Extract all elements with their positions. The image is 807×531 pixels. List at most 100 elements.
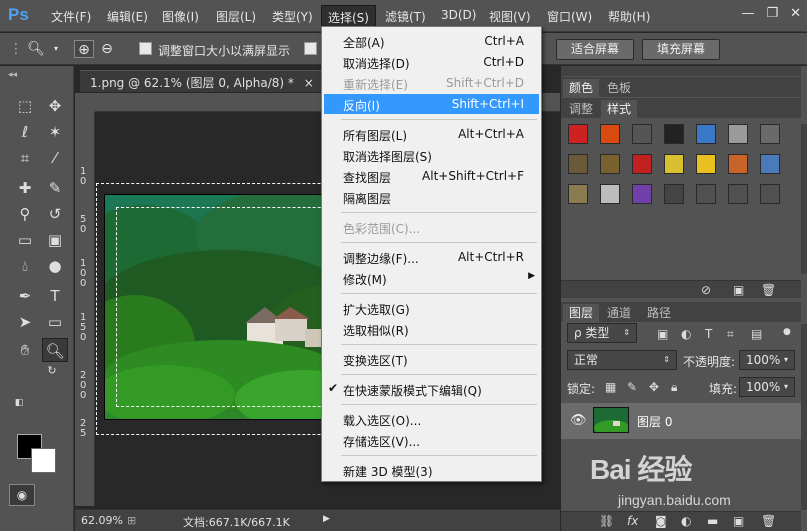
chevron-down-icon[interactable]: ▾ <box>46 40 66 58</box>
style-swatch[interactable] <box>728 184 748 204</box>
new-style-icon[interactable]: ▣ <box>733 283 744 297</box>
lock-all-icon[interactable]: 🔒︎ <box>671 380 677 395</box>
style-swatch[interactable] <box>760 184 780 204</box>
select-menu-item[interactable]: 扩大选取(G) <box>324 298 539 318</box>
tab-paths[interactable]: 路径 <box>641 304 677 322</box>
hand-tool-icon[interactable]: ✋︎ <box>12 338 38 362</box>
chevron-down-icon[interactable]: ▾ <box>784 378 788 396</box>
tab-color[interactable]: 颜色 <box>563 79 600 97</box>
style-swatch[interactable] <box>664 124 684 144</box>
tab-swatches[interactable]: 色板 <box>601 79 637 97</box>
tab-channels[interactable]: 通道 <box>601 304 637 322</box>
zoom-all-windows-checkbox[interactable] <box>304 42 317 55</box>
select-menu-item[interactable]: 选取相似(R) <box>324 319 539 339</box>
gradient-tool-icon[interactable]: ▣ <box>42 228 68 252</box>
restore-button[interactable]: ❐ <box>766 6 778 21</box>
filter-pixel-icon[interactable]: ▣ <box>657 327 668 341</box>
style-swatch[interactable] <box>632 124 652 144</box>
select-menu-item[interactable]: 反向(I) Shift+Ctrl+I <box>324 94 539 114</box>
menu-window[interactable]: 窗口(W) <box>547 8 592 25</box>
style-swatch[interactable] <box>696 184 716 204</box>
style-swatch[interactable] <box>600 184 620 204</box>
styles-scrollbar[interactable] <box>801 124 807 274</box>
zoom-tool-icon[interactable]: 🔍︎ <box>42 338 68 362</box>
select-menu-item[interactable]: 隔离图层 <box>324 187 539 207</box>
tab-layers[interactable]: 图层 <box>563 304 600 322</box>
opacity-field[interactable]: 100% ▾ <box>739 350 795 370</box>
magic-wand-icon[interactable]: ✶ <box>42 120 68 144</box>
blend-mode-select[interactable]: 正常 ⇕ <box>567 350 677 370</box>
delete-style-icon[interactable]: 🗑︎ <box>761 283 776 297</box>
layers-scrollbar[interactable] <box>801 324 807 510</box>
swap-colors-icon[interactable]: ↻ <box>44 364 60 378</box>
select-menu-item[interactable]: 调整边缘(F)... Alt+Ctrl+R <box>324 247 539 267</box>
style-swatch[interactable] <box>728 124 748 144</box>
path-selection-icon[interactable]: ➤ <box>12 310 38 334</box>
select-menu-item[interactable]: 存储选区(V)... <box>324 430 539 450</box>
tab-adjustments[interactable]: 调整 <box>563 100 599 118</box>
zoom-tool-preset-icon[interactable]: 🔍︎ <box>26 40 46 58</box>
style-swatch[interactable] <box>632 184 652 204</box>
select-menu-item[interactable]: 修改(M) ▶ <box>324 268 539 288</box>
clear-style-icon[interactable]: ⊘ <box>701 283 711 297</box>
style-swatch[interactable] <box>760 154 780 174</box>
menu-image[interactable]: 图像(I) <box>162 8 199 25</box>
select-menu-item[interactable]: 全部(A) Ctrl+A <box>324 31 539 51</box>
eraser-tool-icon[interactable]: ▭ <box>12 228 38 252</box>
brush-tool-icon[interactable]: ✎ <box>42 176 68 200</box>
style-swatch[interactable] <box>568 154 588 174</box>
lock-transparent-icon[interactable]: ▦ <box>605 380 616 394</box>
style-swatch[interactable] <box>664 154 684 174</box>
style-swatch[interactable] <box>632 154 652 174</box>
menu-filter[interactable]: 滤镜(T) <box>385 8 426 25</box>
status-info-icon[interactable]: ⊞ <box>127 514 136 527</box>
move-tool-icon[interactable]: ✥ <box>42 94 68 118</box>
forest-house-image[interactable] <box>104 194 356 420</box>
lock-pixels-icon[interactable]: ✎ <box>627 380 637 394</box>
style-swatch[interactable] <box>568 124 588 144</box>
menu-3d[interactable]: 3D(D) <box>441 8 476 22</box>
zoom-out-icon[interactable]: ⊖ <box>97 40 117 58</box>
document-tab[interactable]: 1.png @ 62.1% (图层 0, Alpha/8) * × <box>80 70 324 92</box>
fit-screen-button[interactable]: 适合屏幕 <box>556 39 635 60</box>
filter-type-icon[interactable]: T <box>705 327 712 341</box>
type-tool-icon[interactable]: T <box>42 284 68 308</box>
menu-layer[interactable]: 图层(L) <box>216 8 256 25</box>
marquee-tool-icon[interactable]: ⬚ <box>12 94 38 118</box>
filter-smart-icon[interactable]: ▤ <box>751 327 762 341</box>
style-swatch[interactable] <box>696 154 716 174</box>
rectangle-tool-icon[interactable]: ▭ <box>42 310 68 334</box>
fill-screen-button[interactable]: 填充屏幕 <box>642 39 721 60</box>
lock-position-icon[interactable]: ✥ <box>649 380 659 394</box>
tab-styles[interactable]: 样式 <box>601 100 638 118</box>
menu-view[interactable]: 视图(V) <box>489 8 531 25</box>
style-swatch[interactable] <box>664 184 684 204</box>
menu-type[interactable]: 类型(Y) <box>272 8 313 25</box>
select-menu-item[interactable]: 查找图层 Alt+Shift+Ctrl+F <box>324 166 539 186</box>
select-menu-item[interactable]: 取消选择(D) Ctrl+D <box>324 52 539 72</box>
blur-tool-icon[interactable]: 💧︎ <box>12 254 38 278</box>
fill-field[interactable]: 100% ▾ <box>739 377 795 397</box>
style-swatch[interactable] <box>600 154 620 174</box>
chevron-down-icon[interactable]: ▾ <box>784 351 788 369</box>
menu-edit[interactable]: 编辑(E) <box>107 8 148 25</box>
layer-row[interactable]: 👁︎ 图层 0 <box>561 403 801 439</box>
select-menu-item[interactable]: 载入选区(O)... <box>324 409 539 429</box>
layer-name[interactable]: 图层 0 <box>637 413 672 430</box>
eye-icon[interactable]: 👁︎ <box>570 413 587 428</box>
menu-file[interactable]: 文件(F) <box>51 8 91 25</box>
zoom-level[interactable]: 62.09% <box>81 514 123 527</box>
lasso-tool-icon[interactable]: ℓ <box>12 120 38 144</box>
menu-help[interactable]: 帮助(H) <box>608 8 650 25</box>
zoom-in-icon[interactable]: ⊕ <box>74 40 94 58</box>
crop-tool-icon[interactable]: ⌗ <box>12 146 38 170</box>
healing-brush-icon[interactable]: ✚ <box>12 176 38 200</box>
filter-toggle-icon[interactable]: ● <box>783 327 791 337</box>
status-menu-arrow-icon[interactable]: ▶ <box>323 514 330 524</box>
menu-select[interactable]: 选择(S) <box>321 5 376 27</box>
style-swatch[interactable] <box>696 124 716 144</box>
style-swatch[interactable] <box>568 184 588 204</box>
style-swatch[interactable] <box>760 124 780 144</box>
select-menu-item[interactable]: 变换选区(T) <box>324 349 539 369</box>
eyedropper-icon[interactable]: ⁄ <box>42 146 68 170</box>
